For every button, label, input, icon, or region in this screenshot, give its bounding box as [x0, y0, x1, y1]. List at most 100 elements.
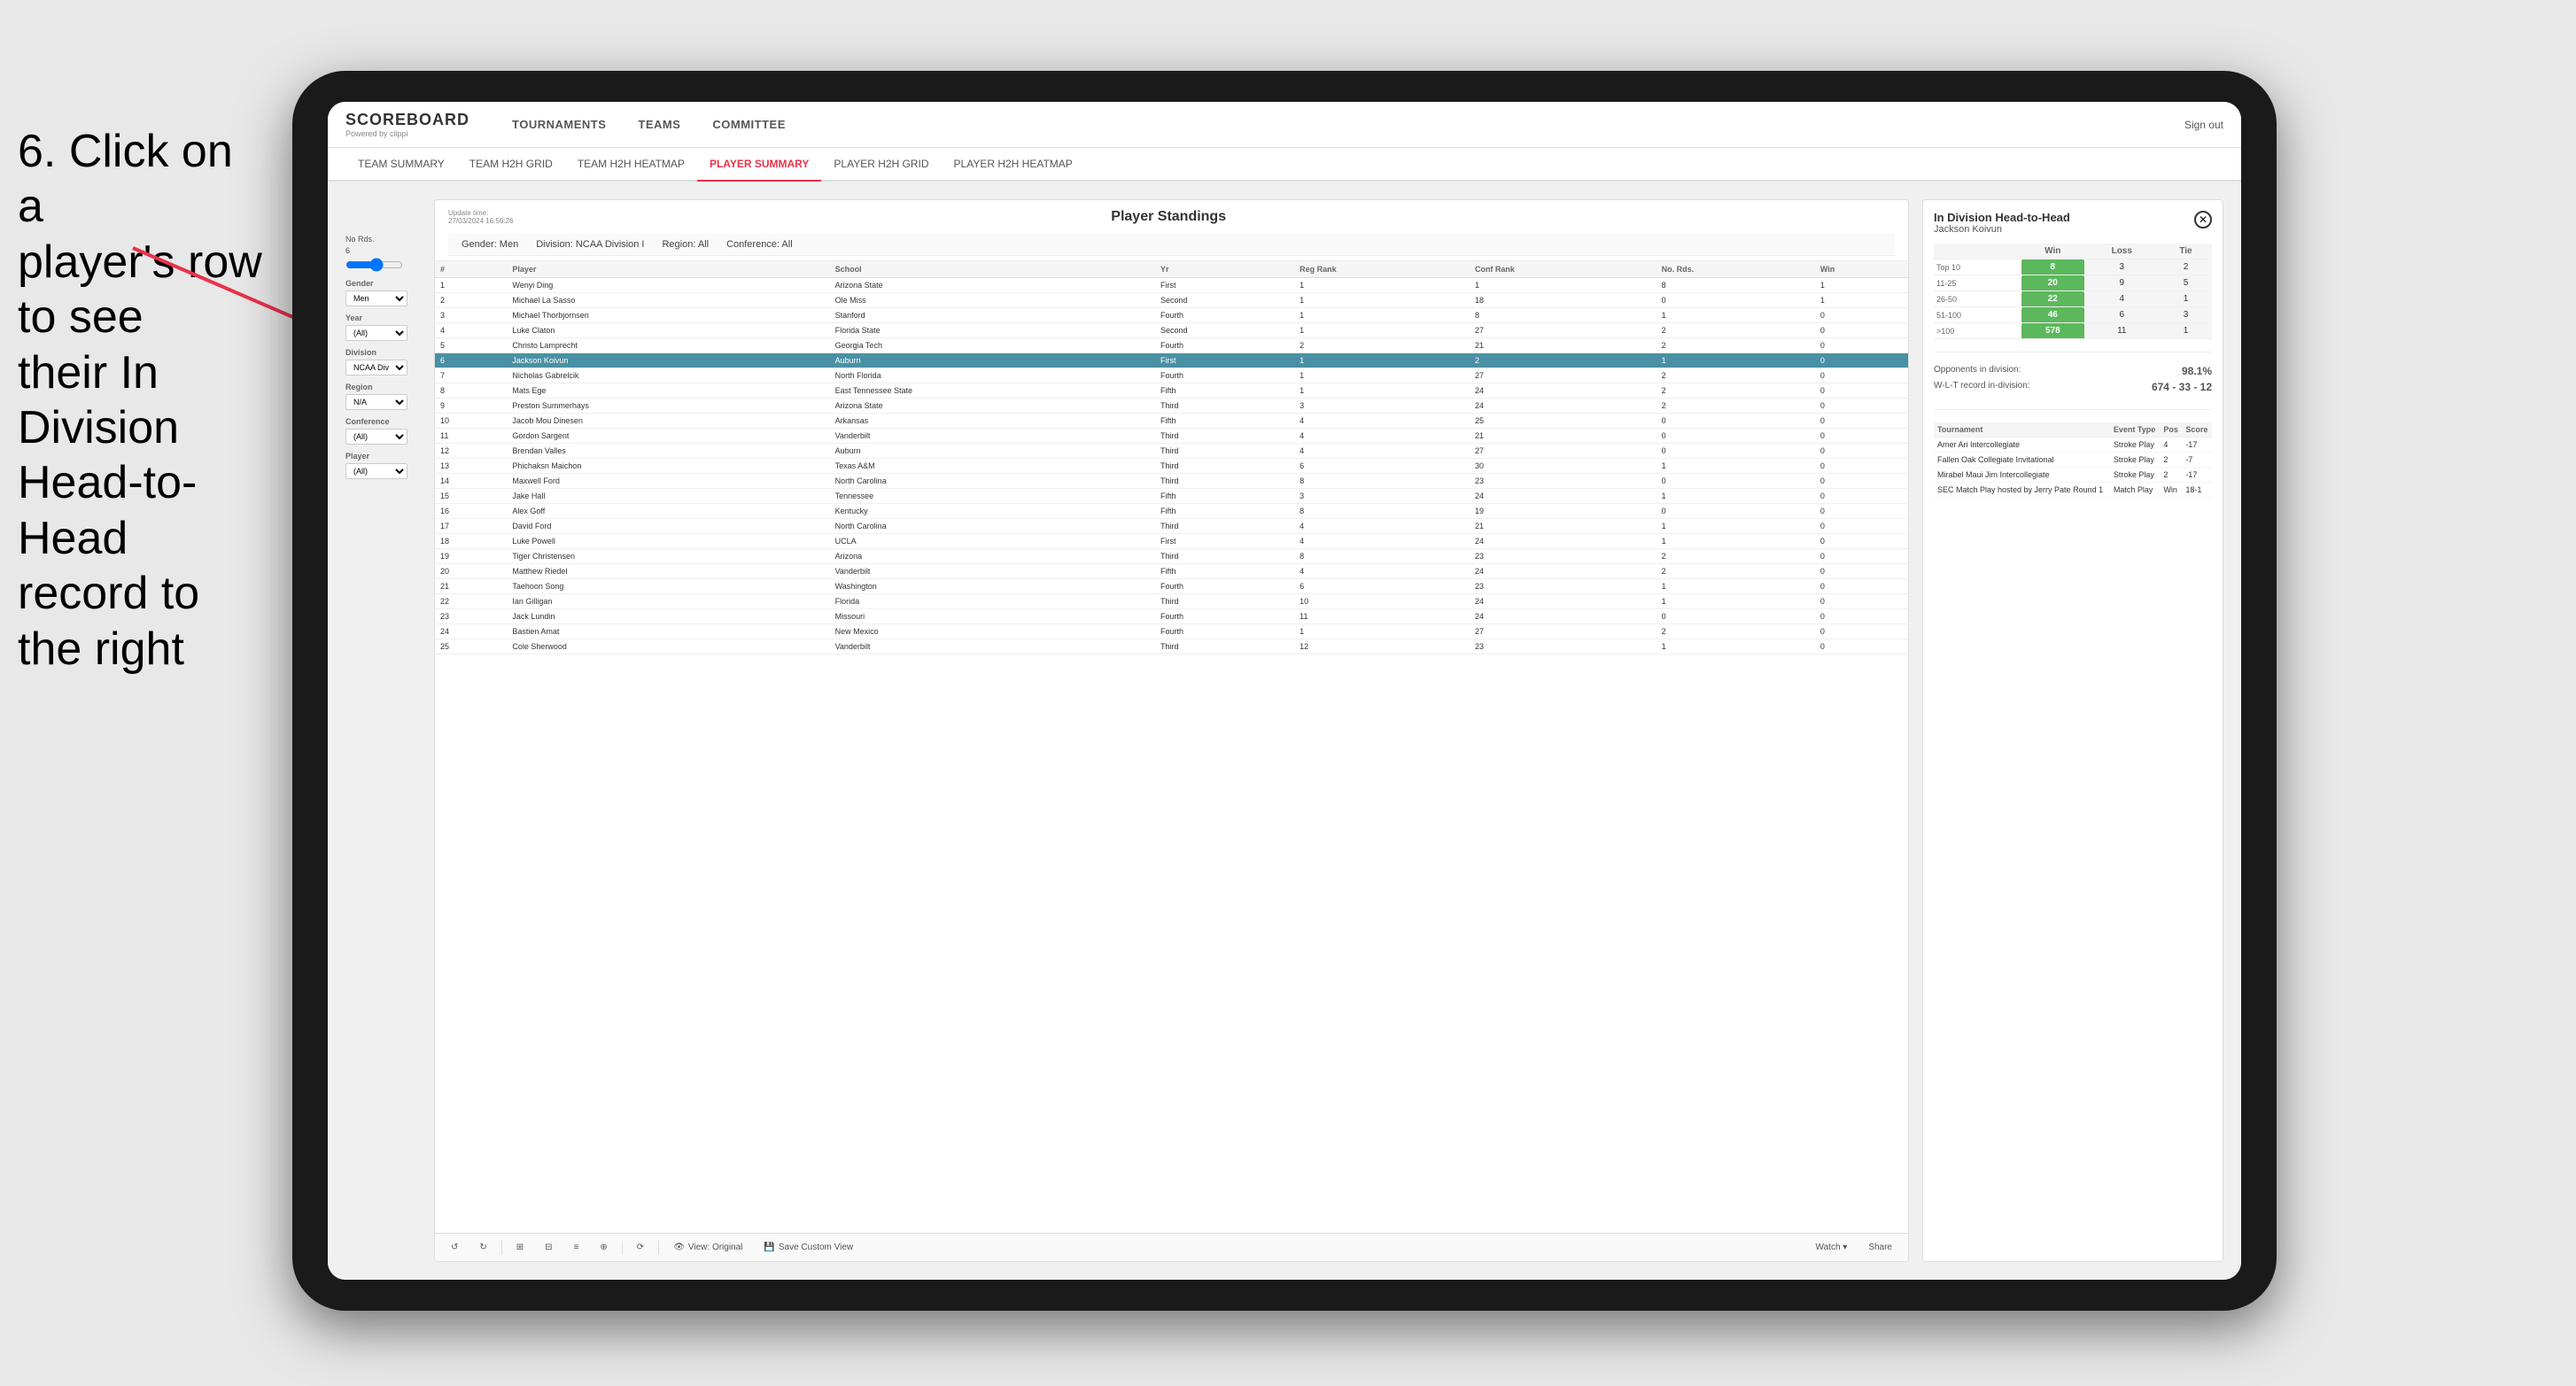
cell-school: East Tennessee State: [830, 383, 1155, 399]
h2h-range: 51-100: [1934, 307, 2021, 323]
refresh-btn[interactable]: ⟳: [630, 1240, 651, 1255]
watch-btn[interactable]: Watch ▾: [1809, 1240, 1855, 1255]
no-rds-slider[interactable]: [345, 258, 403, 272]
table-row[interactable]: 12 Brendan Valles Auburn Third 4 27 0 0: [435, 444, 1908, 459]
standings-table: # Player School Yr Reg Rank Conf Rank No…: [435, 261, 1908, 654]
tab-player-summary[interactable]: PLAYER SUMMARY: [697, 148, 821, 182]
toolbar-btn-4[interactable]: ⊟: [538, 1240, 559, 1255]
table-row[interactable]: 20 Matthew Riedel Vanderbilt Fifth 4 24 …: [435, 564, 1908, 579]
sign-out-link[interactable]: Sign out: [2184, 119, 2223, 131]
undo-btn[interactable]: ↺: [444, 1240, 465, 1255]
cell-yr: First: [1155, 534, 1294, 549]
share-btn[interactable]: Share: [1861, 1240, 1899, 1255]
tourney-score: -17: [2182, 437, 2212, 453]
cell-yr: Third: [1155, 459, 1294, 474]
col-yr: Yr: [1155, 261, 1294, 278]
h2h-row: >100 578 11 1: [1934, 323, 2212, 339]
table-row[interactable]: 9 Preston Summerhays Arizona State Third…: [435, 399, 1908, 414]
tab-team-h2h-grid[interactable]: TEAM H2H GRID: [457, 148, 565, 182]
cell-yr: Fifth: [1155, 414, 1294, 429]
cell-school: UCLA: [830, 534, 1155, 549]
gender-label: Gender: [345, 279, 421, 288]
table-row[interactable]: 3 Michael Thorbjornsen Stanford Fourth 1…: [435, 308, 1908, 323]
main-content: No Rds. 6 Gender Men Women Year (All): [328, 182, 2241, 1280]
toolbar-btn-3[interactable]: ⊞: [509, 1240, 531, 1255]
h2h-table-header: Win Loss Tie: [1934, 244, 2212, 259]
sep3: [658, 1241, 659, 1255]
h2h-tie: 3: [2160, 307, 2212, 323]
table-row[interactable]: 18 Luke Powell UCLA First 4 24 1 0: [435, 534, 1908, 549]
table-row[interactable]: 22 Ian Gilligan Florida Third 10 24 1 0: [435, 594, 1908, 609]
h2h-panel: In Division Head-to-Head Jackson Koivun …: [1922, 199, 2223, 1262]
tourney-type: Stroke Play: [2110, 437, 2160, 453]
tab-player-h2h-grid[interactable]: PLAYER H2H GRID: [821, 148, 941, 182]
table-row[interactable]: 19 Tiger Christensen Arizona Third 8 23 …: [435, 549, 1908, 564]
table-row[interactable]: 1 Wenyi Ding Arizona State First 1 1 8 1: [435, 278, 1908, 293]
nav-teams[interactable]: TEAMS: [622, 102, 696, 148]
h2h-range: Top 10: [1934, 259, 2021, 275]
cell-school: Vanderbilt: [830, 429, 1155, 444]
cell-yr: Fourth: [1155, 609, 1294, 624]
table-row[interactable]: 25 Cole Sherwood Vanderbilt Third 12 23 …: [435, 639, 1908, 654]
table-row[interactable]: 13 Phichaksn Maichon Texas A&M Third 6 3…: [435, 459, 1908, 474]
standings-tbody: 1 Wenyi Ding Arizona State First 1 1 8 1…: [435, 278, 1908, 654]
gender-select[interactable]: Men Women: [345, 290, 407, 306]
table-row[interactable]: 10 Jacob Mou Dinesen Arkansas Fifth 4 25…: [435, 414, 1908, 429]
redo-btn[interactable]: ↻: [472, 1240, 493, 1255]
cell-rds: 1: [1657, 579, 1815, 594]
cell-rds: 2: [1657, 564, 1815, 579]
player-filter: Player (All): [345, 452, 421, 479]
h2h-close-btn[interactable]: ✕: [2194, 211, 2212, 228]
cell-yr: Second: [1155, 293, 1294, 308]
cell-num: 16: [435, 504, 507, 519]
cell-num: 12: [435, 444, 507, 459]
table-row[interactable]: 24 Bastien Amat New Mexico Fourth 1 27 2…: [435, 624, 1908, 639]
cell-conf: 24: [1470, 399, 1657, 414]
table-row[interactable]: 4 Luke Claton Florida State Second 1 27 …: [435, 323, 1908, 338]
cell-school: Arizona: [830, 549, 1155, 564]
table-row[interactable]: 17 David Ford North Carolina Third 4 21 …: [435, 519, 1908, 534]
table-row[interactable]: 21 Taehoon Song Washington Fourth 6 23 1…: [435, 579, 1908, 594]
cell-school: North Carolina: [830, 474, 1155, 489]
tab-team-h2h-heatmap[interactable]: TEAM H2H HEATMAP: [565, 148, 697, 182]
division-select[interactable]: NCAA Division I: [345, 360, 407, 376]
conference-select[interactable]: (All): [345, 429, 407, 445]
nav-committee[interactable]: COMMITTEE: [696, 102, 802, 148]
cell-yr: Fifth: [1155, 564, 1294, 579]
conference-label: Conference: [345, 417, 421, 426]
region-filter: Region N/A: [345, 383, 421, 410]
tab-player-h2h-heatmap[interactable]: PLAYER H2H HEATMAP: [942, 148, 1085, 182]
h2h-col-tie: Tie: [2160, 244, 2212, 259]
division-filter-display: Division: NCAA Division I: [536, 239, 644, 250]
region-select[interactable]: N/A: [345, 394, 407, 410]
cell-rds: 2: [1657, 323, 1815, 338]
cell-reg: 4: [1294, 564, 1470, 579]
view-original-btn[interactable]: 👁 View: Original: [666, 1240, 749, 1255]
cell-school: Arizona State: [830, 399, 1155, 414]
cell-win: 0: [1815, 338, 1908, 353]
year-select[interactable]: (All): [345, 325, 407, 341]
tab-team-summary[interactable]: TEAM SUMMARY: [345, 148, 457, 182]
h2h-loss: 3: [2084, 259, 2160, 275]
table-row[interactable]: 5 Christo Lamprecht Georgia Tech Fourth …: [435, 338, 1908, 353]
table-row[interactable]: 7 Nicholas Gabrelcik North Florida Fourt…: [435, 368, 1908, 383]
cell-num: 13: [435, 459, 507, 474]
save-custom-btn[interactable]: 💾 Save Custom View: [757, 1240, 860, 1255]
toolbar-btn-6[interactable]: ⊕: [593, 1240, 614, 1255]
cell-school: Washington: [830, 579, 1155, 594]
nav-tournaments[interactable]: TOURNAMENTS: [496, 102, 622, 148]
update-time-value: 27/03/2024 16:56:26: [448, 217, 513, 225]
toolbar-btn-5[interactable]: ≡: [567, 1240, 586, 1255]
table-row[interactable]: 15 Jake Hall Tennessee Fifth 3 24 1 0: [435, 489, 1908, 504]
table-row[interactable]: 2 Michael La Sasso Ole Miss Second 1 18 …: [435, 293, 1908, 308]
player-select[interactable]: (All): [345, 463, 407, 479]
table-row[interactable]: 11 Gordon Sargent Vanderbilt Third 4 21 …: [435, 429, 1908, 444]
table-row[interactable]: 6 Jackson Koivun Auburn First 1 2 1 0: [435, 353, 1908, 368]
sub-navigation: TEAM SUMMARY TEAM H2H GRID TEAM H2H HEAT…: [328, 148, 2241, 182]
table-row[interactable]: 14 Maxwell Ford North Carolina Third 8 2…: [435, 474, 1908, 489]
cell-win: 0: [1815, 624, 1908, 639]
cell-player: Jacob Mou Dinesen: [507, 414, 829, 429]
table-row[interactable]: 23 Jack Lundin Missouri Fourth 11 24 0 0: [435, 609, 1908, 624]
table-row[interactable]: 16 Alex Goff Kentucky Fifth 8 19 0 0: [435, 504, 1908, 519]
table-row[interactable]: 8 Mats Ege East Tennessee State Fifth 1 …: [435, 383, 1908, 399]
